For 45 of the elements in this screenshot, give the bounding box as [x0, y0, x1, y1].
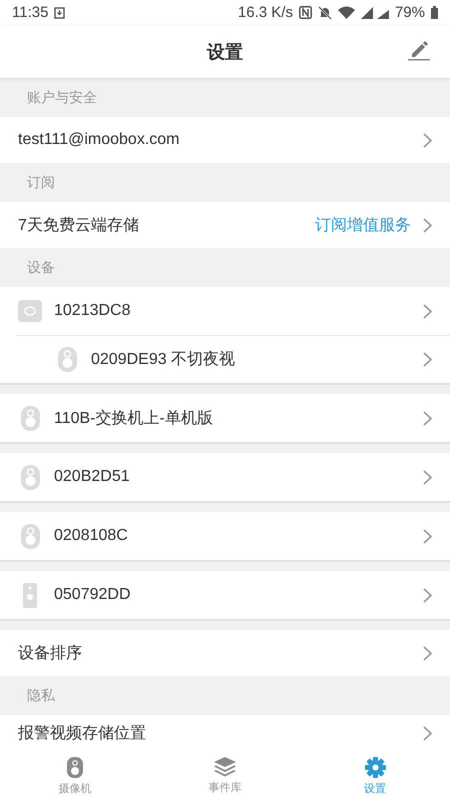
- settings-row[interactable]: 设备排序: [0, 630, 450, 676]
- device-row[interactable]: 050792DD: [0, 571, 450, 619]
- pencil-icon: [408, 41, 430, 61]
- subscription-row[interactable]: 7天免费云端存储 订阅增值服务: [0, 202, 450, 248]
- signal-icon: [360, 6, 389, 19]
- download-icon: [54, 6, 66, 18]
- section-header: 订阅: [27, 174, 55, 192]
- settings-icon: [364, 756, 386, 778]
- device-row[interactable]: 110B-交换机上-单机版: [0, 394, 450, 442]
- chevron-right-icon: [423, 218, 432, 232]
- camera-icon: [67, 756, 83, 778]
- device-row[interactable]: 0209DE93 不切夜视: [17, 335, 450, 383]
- chevron-right-icon: [423, 304, 432, 318]
- device-row[interactable]: 10213DC8: [0, 287, 450, 335]
- camera-device-icon: [20, 406, 40, 430]
- chevron-right-icon: [423, 588, 432, 602]
- hub-device-icon: [18, 300, 42, 322]
- clock: 11:35: [12, 4, 48, 21]
- chevron-right-icon: [423, 646, 432, 660]
- battery-level: 79%: [394, 4, 425, 21]
- account-row[interactable]: test111@imoobox.com: [0, 117, 450, 163]
- chevron-right-icon: [423, 132, 432, 148]
- section-header: 设备: [27, 258, 55, 276]
- chevron-right-icon: [423, 410, 432, 426]
- chevron-right-icon: [423, 470, 432, 484]
- section-header: 账户与安全: [27, 88, 97, 106]
- layers-icon: [214, 757, 236, 777]
- chevron-right-icon: [423, 726, 432, 741]
- device-row[interactable]: 020B2D51: [0, 453, 450, 501]
- settings-row[interactable]: 报警视频存储位置: [0, 715, 450, 752]
- chevron-right-icon: [423, 352, 432, 367]
- bell-muted-icon: [318, 6, 332, 20]
- camera-device-icon: [20, 524, 40, 548]
- wifi-icon: [338, 6, 355, 19]
- section-header: 隐私: [27, 686, 55, 704]
- battery-icon: [431, 6, 438, 19]
- nfc-icon: [298, 6, 312, 19]
- page-title: 设置: [207, 40, 243, 64]
- camera-device-icon: [20, 464, 40, 490]
- network-speed: 16.3 K/s: [238, 4, 293, 21]
- camera-device-icon: [58, 347, 76, 372]
- chevron-right-icon: [423, 528, 432, 544]
- device-row[interactable]: 0208108C: [0, 512, 450, 560]
- edit-button[interactable]: [406, 39, 432, 63]
- doorbell-device-icon: [23, 582, 37, 608]
